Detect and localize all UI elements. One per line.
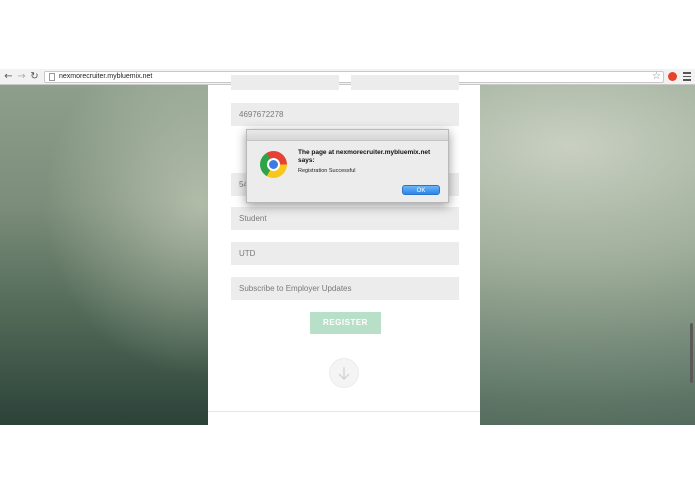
dialog-message: Registration Successful bbox=[298, 168, 356, 174]
arrow-down-icon bbox=[338, 367, 350, 380]
browser-window: ← → ↻ nexmorecruiter.mybluemix.net ☆ 469… bbox=[0, 69, 695, 425]
chrome-logo-icon bbox=[260, 151, 287, 178]
menu-icon[interactable] bbox=[683, 72, 691, 81]
bookmark-star-icon[interactable]: ☆ bbox=[652, 71, 661, 82]
scroll-down-button[interactable] bbox=[329, 358, 359, 388]
address-bar-url: nexmorecruiter.mybluemix.net bbox=[59, 73, 153, 80]
panel-divider bbox=[208, 411, 480, 412]
page-icon bbox=[49, 73, 55, 81]
forward-arrow-icon[interactable]: → bbox=[16, 71, 27, 82]
occupation-field[interactable]: Student bbox=[231, 207, 459, 230]
dialog-titlebar bbox=[247, 130, 448, 141]
reload-icon[interactable]: ↻ bbox=[29, 71, 40, 82]
browser-toolbar: ← → ↻ nexmorecruiter.mybluemix.net ☆ bbox=[0, 69, 695, 85]
background-glow bbox=[0, 85, 210, 425]
alert-dialog: The page at nexmorecruiter.mybluemix.net… bbox=[246, 129, 449, 203]
scrollbar[interactable] bbox=[690, 323, 693, 383]
register-button[interactable]: REGISTER bbox=[310, 312, 381, 334]
extension-icon[interactable] bbox=[668, 72, 677, 81]
first-name-field[interactable] bbox=[231, 75, 339, 90]
phone-field[interactable]: 4697672278 bbox=[231, 103, 459, 126]
ok-button[interactable]: OK bbox=[402, 185, 440, 195]
dialog-title: The page at nexmorecruiter.mybluemix.net… bbox=[298, 149, 431, 164]
school-field[interactable]: UTD bbox=[231, 242, 459, 265]
subscribe-field[interactable]: Subscribe to Employer Updates bbox=[231, 277, 459, 300]
back-arrow-icon[interactable]: ← bbox=[3, 71, 14, 82]
last-name-field[interactable] bbox=[351, 75, 459, 90]
